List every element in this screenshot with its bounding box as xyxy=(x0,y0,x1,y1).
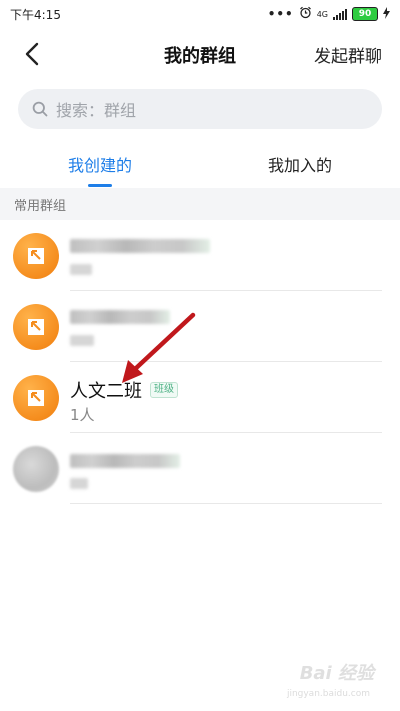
member-count: 1人 xyxy=(70,406,95,424)
active-tab-indicator xyxy=(88,184,112,187)
divider xyxy=(70,361,382,362)
group-avatar xyxy=(13,233,59,279)
more-dots: ••• xyxy=(267,7,294,21)
class-badge: 班级 xyxy=(150,382,178,398)
back-button[interactable] xyxy=(18,40,46,68)
blurred-member-count xyxy=(70,335,94,346)
group-row[interactable] xyxy=(0,434,400,504)
alarm-icon xyxy=(299,6,312,22)
blurred-group-name xyxy=(70,239,210,253)
chevron-left-icon xyxy=(25,42,39,66)
group-avatar xyxy=(13,446,59,492)
tab-joined[interactable]: 我加入的 xyxy=(200,140,400,188)
blurred-group-name xyxy=(70,454,180,468)
book-icon xyxy=(28,248,44,264)
search-placeholder: 搜索：群组 xyxy=(56,101,137,120)
watermark-logo: Bai 经验 xyxy=(299,663,374,684)
divider xyxy=(70,290,382,291)
signal-icon xyxy=(333,8,347,20)
divider xyxy=(70,503,382,504)
battery-icon: 90 xyxy=(352,7,378,21)
group-row[interactable] xyxy=(0,292,400,362)
status-bar: 下午4:15 ••• 4G 90 xyxy=(0,0,400,28)
section-header: 常用群组 xyxy=(0,188,400,220)
nav-bar: 我的群组 发起群聊 xyxy=(0,28,400,80)
tab-bar: 我创建的 我加入的 xyxy=(0,140,400,188)
blurred-group-name xyxy=(70,310,170,324)
blurred-member-count xyxy=(70,264,92,275)
group-row[interactable] xyxy=(0,221,400,291)
status-icons: ••• 4G 90 xyxy=(268,6,390,22)
group-name: 人文二班 xyxy=(70,381,142,402)
watermark-url: jingyan.baidu.com xyxy=(286,689,370,699)
charging-icon xyxy=(383,6,390,22)
divider xyxy=(70,432,382,433)
start-group-chat-button[interactable]: 发起群聊 xyxy=(314,42,382,67)
search-icon xyxy=(32,101,48,117)
group-row-renwen[interactable]: 人文二班 班级 1人 xyxy=(0,363,400,433)
book-icon xyxy=(28,390,44,406)
group-avatar xyxy=(13,375,59,421)
book-icon xyxy=(28,319,44,335)
status-time: 下午4:15 xyxy=(10,7,61,22)
blurred-member-count xyxy=(70,478,88,489)
search-input[interactable]: 搜索：群组 xyxy=(18,89,382,129)
tab-created[interactable]: 我创建的 xyxy=(0,140,200,188)
group-avatar xyxy=(13,304,59,350)
network-type: 4G xyxy=(316,9,328,19)
